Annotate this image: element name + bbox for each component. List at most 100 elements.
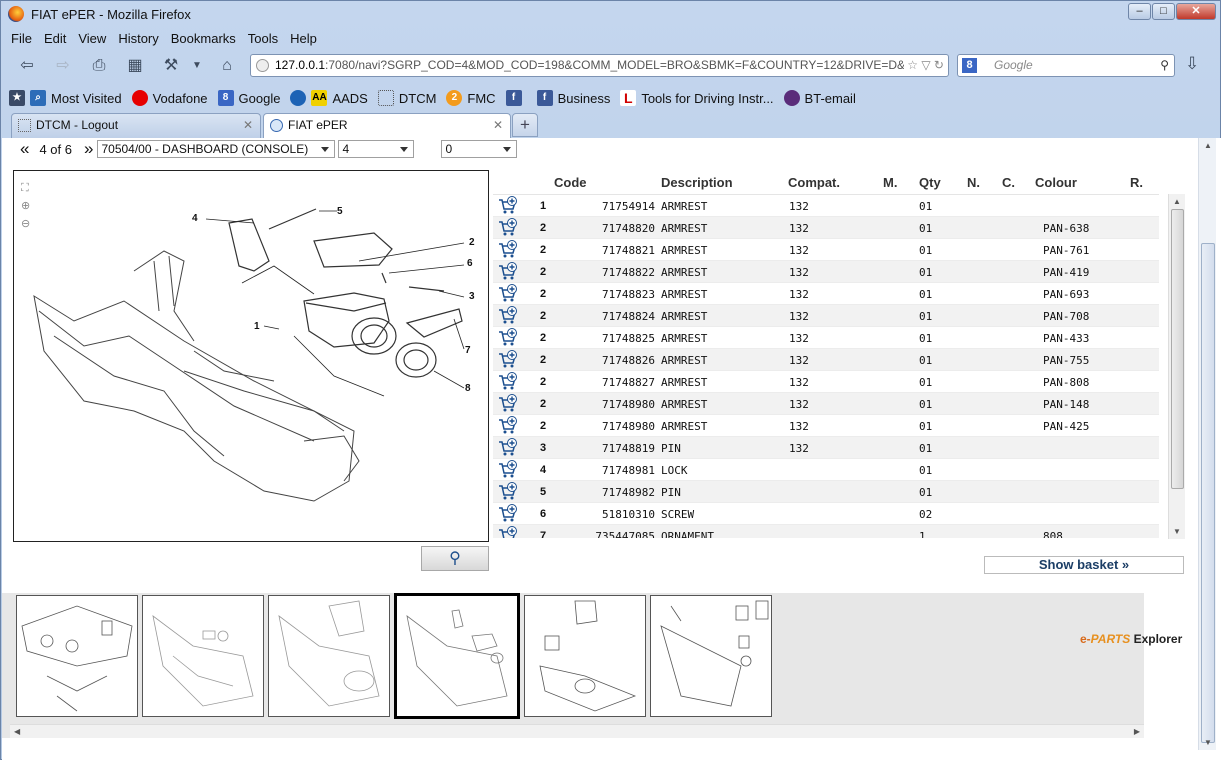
variant-select[interactable]: 4 — [338, 140, 415, 158]
table-row[interactable]: 4 71748981 LOCK 01 — [493, 459, 1159, 481]
callout-7[interactable]: 7 — [465, 345, 471, 356]
close-tab-icon[interactable]: ✕ — [493, 114, 503, 137]
address-bar[interactable]: 127.0.0.1:7080/navi?SGRP_COD=4&MOD_COD=1… — [250, 54, 949, 77]
forward-arrow-icon[interactable]: ⇨ — [51, 55, 75, 77]
col-compat[interactable]: Compat. — [788, 175, 840, 190]
add-to-cart-icon[interactable] — [498, 504, 518, 523]
table-row[interactable]: 7 735447085 ORNAMENT 1 808 — [493, 525, 1159, 538]
bookmark-business[interactable]: f Business — [536, 90, 610, 106]
menu-file[interactable]: File — [5, 29, 38, 49]
thumbnail-6[interactable] — [650, 595, 772, 717]
prev-group-icon[interactable]: « — [20, 139, 29, 159]
bookmark-vodafone[interactable]: Vodafone — [131, 90, 208, 106]
table-row[interactable]: 2 71748821 ARMREST 132 01 PAN-761 — [493, 239, 1159, 261]
table-row[interactable]: 2 71748827 ARMREST 132 01 PAN-808 — [493, 371, 1159, 393]
close-window-button[interactable]: ✕ — [1176, 3, 1216, 20]
col-code[interactable]: Code — [554, 175, 587, 190]
add-to-cart-icon[interactable] — [498, 482, 518, 501]
table-row[interactable]: 2 71748823 ARMREST 132 01 PAN-693 — [493, 283, 1159, 305]
page-scrollbar[interactable]: ▲ ▼ — [1198, 138, 1216, 750]
zoom-out-icon[interactable]: ⊖ — [21, 215, 35, 233]
add-to-cart-icon[interactable] — [498, 438, 518, 457]
table-scroll-thumb[interactable] — [1171, 209, 1184, 489]
chevron-down-icon[interactable]: ▼ — [185, 55, 209, 77]
callout-3[interactable]: 3 — [469, 291, 475, 302]
bookmark-google[interactable]: 8 Google — [217, 90, 280, 106]
menu-help[interactable]: Help — [284, 29, 323, 49]
add-to-cart-icon[interactable] — [498, 460, 518, 479]
table-row[interactable]: 2 71748822 ARMREST 132 01 PAN-419 — [493, 261, 1159, 283]
show-basket-button[interactable]: Show basket » — [984, 556, 1184, 574]
maximize-button[interactable]: □ — [1152, 3, 1175, 20]
group-select[interactable]: 70504/00 - DASHBOARD (CONSOLE) — [97, 140, 336, 158]
add-to-cart-icon[interactable] — [498, 284, 518, 303]
filter-select[interactable]: 0 — [441, 140, 518, 158]
callout-8[interactable]: 8 — [465, 383, 471, 394]
col-m[interactable]: M. — [883, 175, 897, 190]
callout-5[interactable]: 5 — [337, 206, 343, 217]
thumbnail-1[interactable] — [16, 595, 138, 717]
table-scrollbar[interactable]: ▲ ▼ — [1168, 194, 1185, 539]
page-scroll-thumb[interactable] — [1201, 243, 1215, 743]
callout-2[interactable]: 2 — [469, 237, 475, 248]
table-row[interactable]: 2 71748980 ARMREST 132 01 PAN-148 — [493, 393, 1159, 415]
menu-bookmarks[interactable]: Bookmarks — [165, 29, 242, 49]
table-row[interactable]: 2 71748980 ARMREST 132 01 PAN-425 — [493, 415, 1159, 437]
add-to-cart-icon[interactable] — [498, 372, 518, 391]
search-icon[interactable]: ⚲ — [1160, 55, 1169, 76]
bookmark-driving[interactable]: L Tools for Driving Instr... — [620, 90, 774, 106]
add-to-cart-icon[interactable] — [498, 350, 518, 369]
scroll-right-icon[interactable]: ▶ — [1134, 727, 1140, 736]
tab-dtcm-logout[interactable]: DTCM - Logout ✕ — [11, 113, 261, 138]
screenshot-icon[interactable]: ▦ — [123, 55, 147, 77]
google-search-engine-icon[interactable]: 8 — [962, 58, 977, 73]
add-to-cart-icon[interactable] — [498, 218, 518, 237]
col-n[interactable]: N. — [967, 175, 980, 190]
back-arrow-icon[interactable]: ⇦ — [15, 55, 39, 77]
horizontal-scrollbar[interactable]: ◀ ▶ — [10, 724, 1144, 738]
magnify-search-button[interactable]: ⚲ — [421, 546, 489, 571]
thumbnail-4-selected[interactable] — [394, 593, 520, 719]
close-tab-icon[interactable]: ✕ — [243, 114, 253, 137]
add-to-cart-icon[interactable] — [498, 526, 518, 538]
table-row[interactable]: 1 71754914 ARMREST 132 01 — [493, 195, 1159, 217]
print-icon[interactable]: ⎙ — [87, 55, 111, 77]
table-row[interactable]: 3 71748819 PIN 132 01 — [493, 437, 1159, 459]
thumbnail-2[interactable] — [142, 595, 264, 717]
col-qty[interactable]: Qty — [919, 175, 941, 190]
menu-tools[interactable]: Tools — [242, 29, 284, 49]
callout-6[interactable]: 6 — [467, 258, 473, 269]
add-to-cart-icon[interactable] — [498, 416, 518, 435]
new-tab-button[interactable]: + — [512, 113, 538, 137]
exploded-drawing[interactable]: ⛶ ⊕ ⊖ 1 2 3 4 5 6 7 8 — [13, 170, 489, 542]
bookmark-aads[interactable]: AA AADS — [290, 90, 368, 106]
table-row[interactable]: 6 51810310 SCREW 02 — [493, 503, 1159, 525]
callout-1[interactable]: 1 — [254, 321, 260, 332]
table-row[interactable]: 5 71748982 PIN 01 — [493, 481, 1159, 503]
add-to-cart-icon[interactable] — [498, 306, 518, 325]
col-r[interactable]: R. — [1130, 175, 1143, 190]
col-colour[interactable]: Colour — [1035, 175, 1077, 190]
bookmark-facebook[interactable]: f — [505, 90, 527, 106]
home-icon[interactable]: ⌂ — [215, 55, 239, 77]
menu-edit[interactable]: Edit — [38, 29, 72, 49]
menu-view[interactable]: View — [72, 29, 112, 49]
bookmark-fmc[interactable]: 2 FMC — [446, 90, 496, 106]
minimize-button[interactable]: – — [1128, 3, 1151, 20]
callout-4[interactable]: 4 — [192, 213, 198, 224]
tab-fiat-eper[interactable]: FIAT ePER ✕ — [263, 113, 511, 138]
add-to-cart-icon[interactable] — [498, 196, 518, 215]
next-group-icon[interactable]: » — [84, 139, 93, 159]
thumbnail-3[interactable] — [268, 595, 390, 717]
add-to-cart-icon[interactable] — [498, 394, 518, 413]
table-row[interactable]: 2 71748826 ARMREST 132 01 PAN-755 — [493, 349, 1159, 371]
thumbnail-5[interactable] — [524, 595, 646, 717]
add-to-cart-icon[interactable] — [498, 328, 518, 347]
table-row[interactable]: 2 71748825 ARMREST 132 01 PAN-433 — [493, 327, 1159, 349]
table-row[interactable]: 2 71748824 ARMREST 132 01 PAN-708 — [493, 305, 1159, 327]
download-icon[interactable]: ⇩ — [1185, 54, 1199, 74]
scroll-left-icon[interactable]: ◀ — [14, 727, 20, 736]
search-box[interactable]: 8 Google ⚲ — [957, 54, 1175, 77]
bookmark-most-visited[interactable]: ★ ⌕ Most Visited — [9, 90, 122, 106]
add-to-cart-icon[interactable] — [498, 262, 518, 281]
